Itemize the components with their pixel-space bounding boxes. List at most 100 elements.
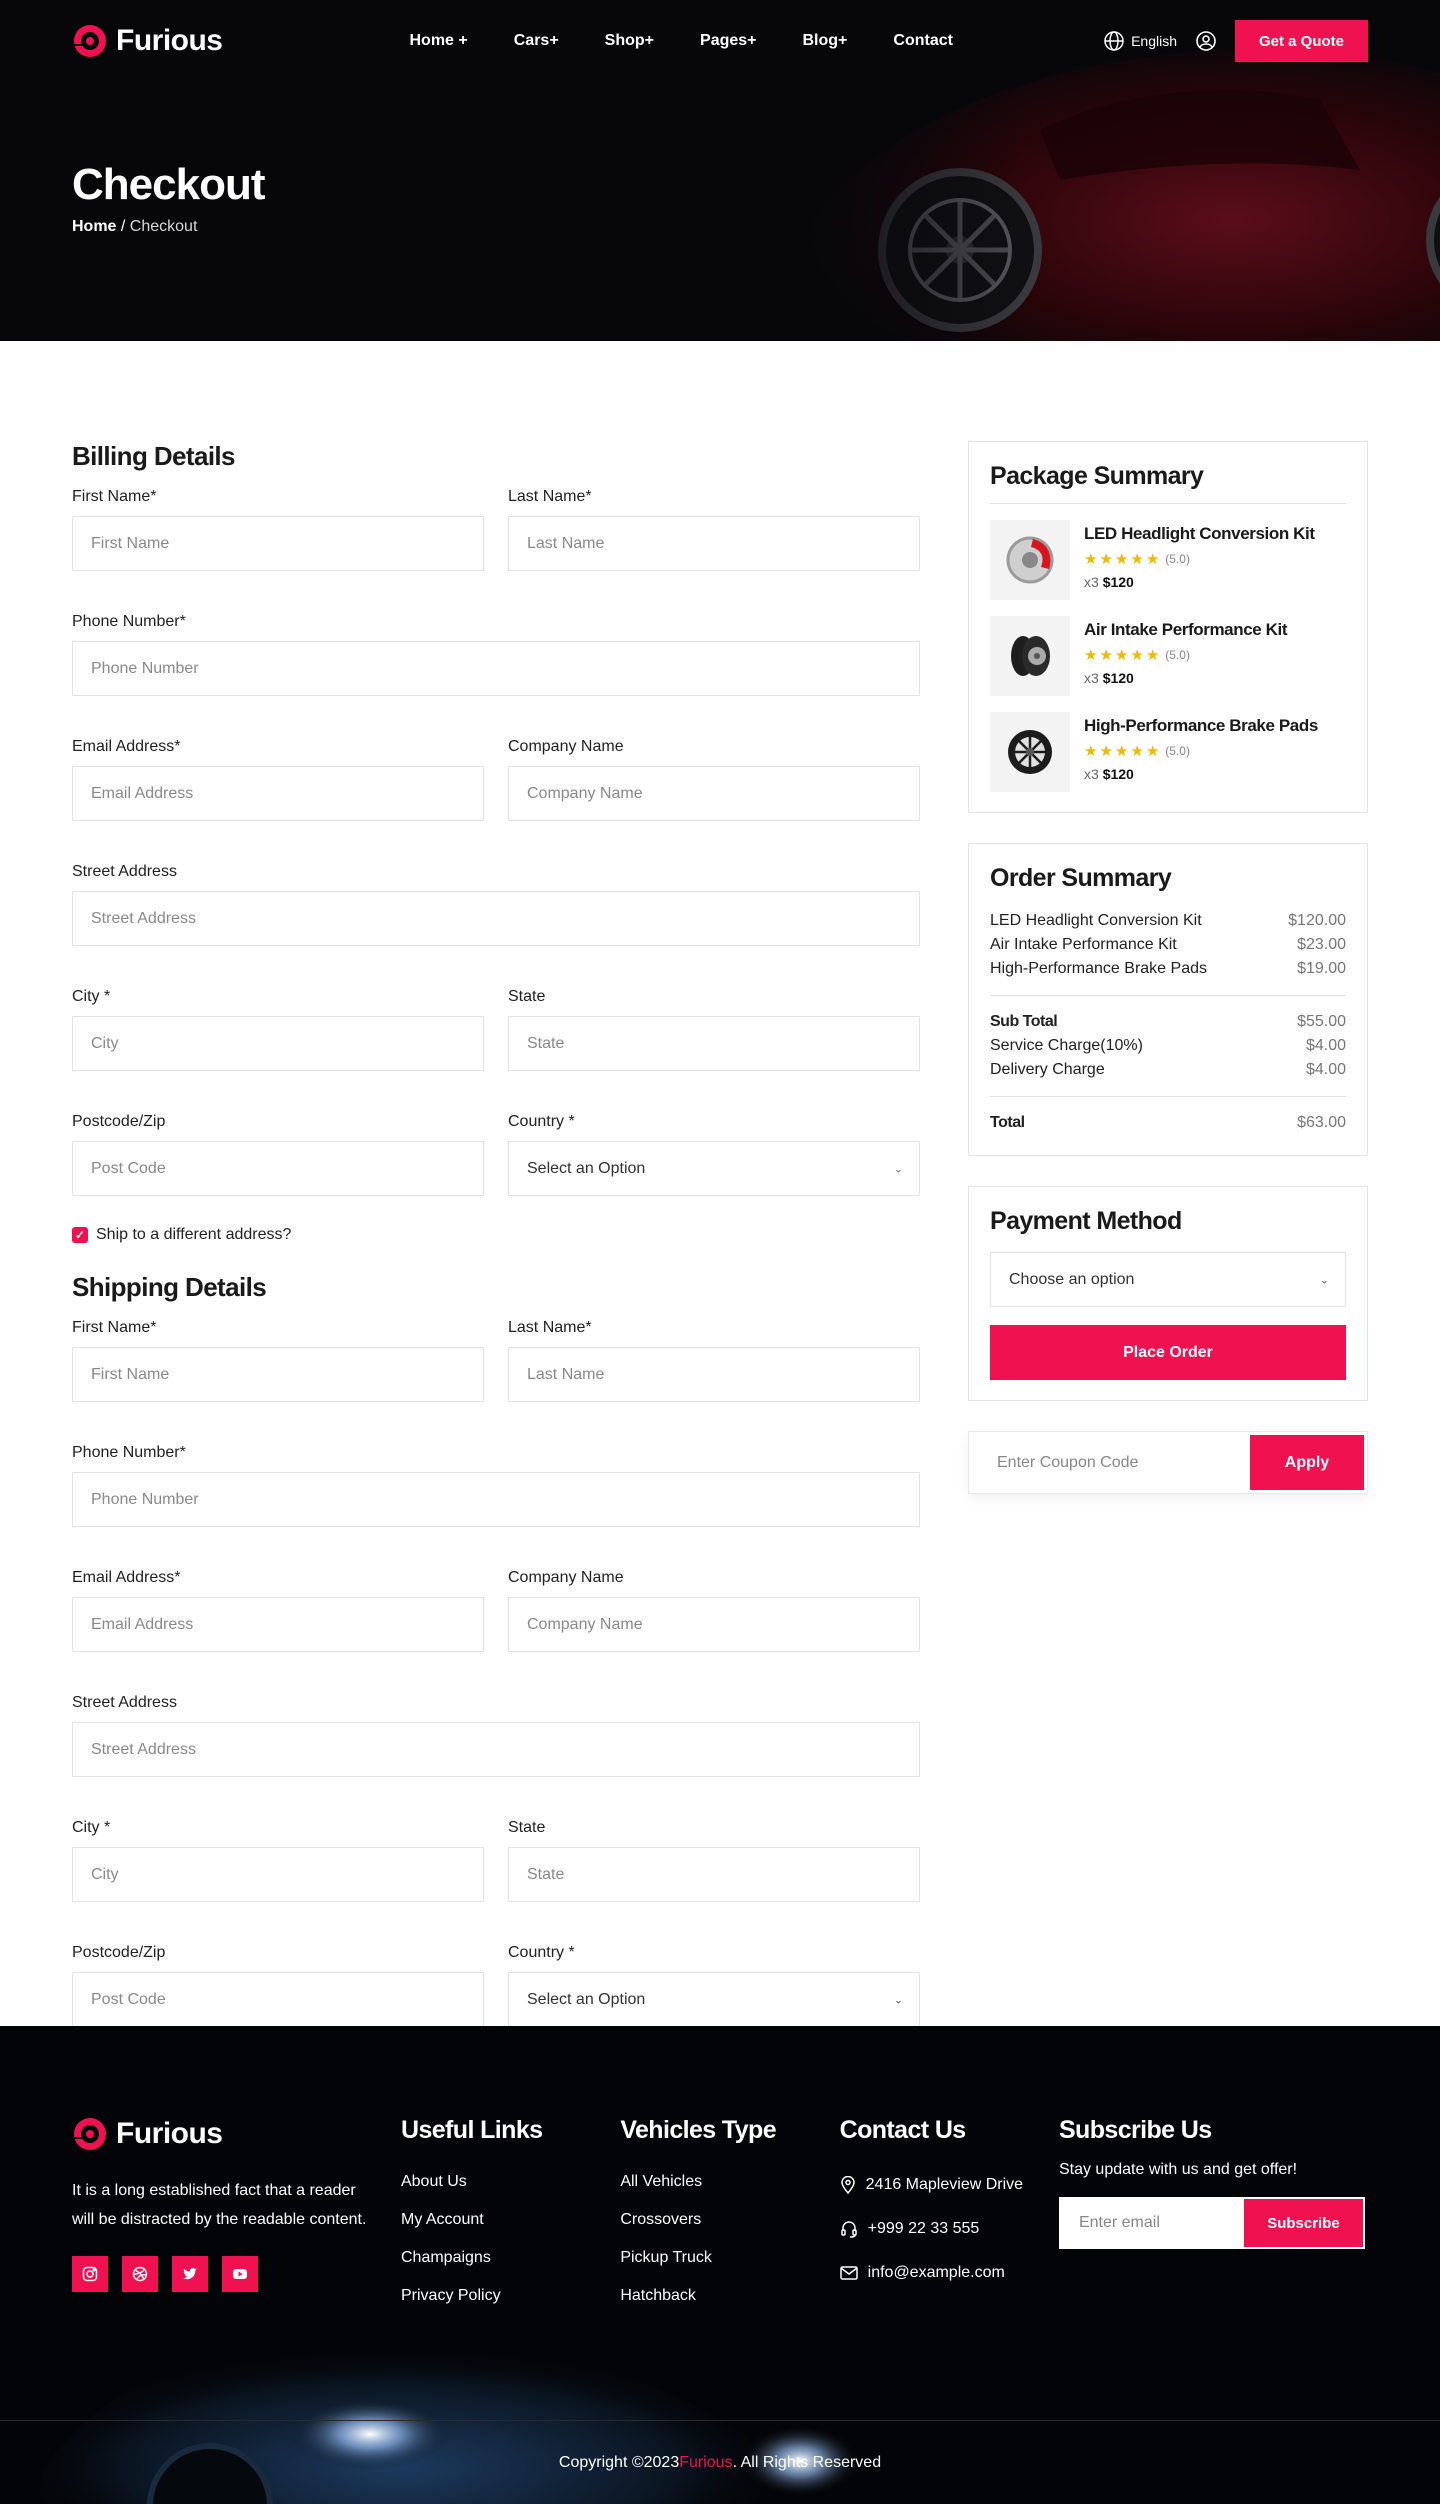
chevron-down-icon: ⌄ xyxy=(1319,1274,1329,1286)
field-label: State xyxy=(508,988,546,1005)
shipping-postcode-input[interactable]: Post Code xyxy=(72,1972,484,2027)
star-icon: ★ xyxy=(1099,647,1113,664)
apply-coupon-button[interactable]: Apply xyxy=(1250,1435,1364,1490)
get-quote-button[interactable]: Get a Quote xyxy=(1235,20,1368,62)
service-charge-line: Service Charge(10%) $4.00 xyxy=(990,1034,1346,1058)
page-title: Checkout xyxy=(72,160,265,209)
ship-different-address-toggle[interactable]: ✓ Ship to a different address? xyxy=(72,1226,920,1244)
footer-link-all-vehicles[interactable]: All Vehicles xyxy=(620,2163,839,2201)
menu-item-blog[interactable]: Blog+ xyxy=(803,32,848,50)
billing-last-name-input[interactable]: Last Name xyxy=(508,516,920,571)
ship-toggle-label: Ship to a different address? xyxy=(96,1226,292,1243)
menu-item-cars[interactable]: Cars+ xyxy=(514,32,559,50)
main-menu: Home + Cars+ Shop+ Pages+ Blog+ Contact xyxy=(410,32,953,50)
footer-link-crossovers[interactable]: Crossovers xyxy=(620,2201,839,2239)
package-price: x3 $120 xyxy=(1084,574,1315,590)
checkout-sidebar: Package Summary LED Headlight Conversion… xyxy=(968,441,1368,2026)
breadcrumb-home[interactable]: Home xyxy=(72,218,116,235)
billing-email-input[interactable]: Email Address xyxy=(72,766,484,821)
star-icon: ★ xyxy=(1084,743,1098,760)
subscribe-form: Enter email Subscribe xyxy=(1058,2197,1365,2249)
footer-link-privacy[interactable]: Privacy Policy xyxy=(401,2277,620,2315)
billing-street-input[interactable]: Street Address xyxy=(72,891,920,946)
footer-link-account[interactable]: My Account xyxy=(401,2201,620,2239)
subscribe-button[interactable]: Subscribe xyxy=(1243,2199,1363,2247)
shipping-state-input[interactable]: State xyxy=(508,1847,920,1902)
subscribe-email-input[interactable]: Enter email xyxy=(1061,2199,1244,2247)
star-icon: ★ xyxy=(1114,551,1129,568)
footer-subscribe: Subscribe Us Stay update with us and get… xyxy=(1058,2116,1368,2315)
order-line-label: Air Intake Performance Kit xyxy=(990,936,1177,953)
contact-phone: +999 22 33 555 xyxy=(840,2207,1059,2251)
billing-form: First Name* First Name Last Name* Last N… xyxy=(72,472,920,1196)
shipping-first-name-input[interactable]: First Name xyxy=(72,1347,484,1402)
shipping-street-input[interactable]: Street Address xyxy=(72,1722,920,1777)
shipping-phone-field: Phone Number* Phone Number xyxy=(72,1444,920,1527)
star-icon: ★ xyxy=(1130,743,1144,760)
subtotal-line: Sub Total $55.00 xyxy=(990,1010,1346,1034)
footer-link-about[interactable]: About Us xyxy=(401,2163,620,2201)
billing-city-input[interactable]: City xyxy=(72,1016,484,1071)
star-rating: ★ ★ ★ ★ ★ (5.0) xyxy=(1084,742,1318,760)
billing-company-input[interactable]: Company Name xyxy=(508,766,920,821)
user-account-icon[interactable] xyxy=(1195,30,1217,52)
twitter-icon[interactable] xyxy=(172,2256,208,2292)
tire-icon xyxy=(1011,636,1050,676)
order-line: Air Intake Performance Kit $23.00 xyxy=(990,933,1346,957)
dribbble-icon[interactable] xyxy=(122,2256,158,2292)
payment-method-select[interactable]: Choose an option ⌄ xyxy=(990,1252,1346,1307)
shipping-phone-input[interactable]: Phone Number xyxy=(72,1472,920,1527)
instagram-icon[interactable] xyxy=(72,2256,108,2292)
menu-item-shop[interactable]: Shop+ xyxy=(605,32,654,50)
footer-description: It is a long established fact that a rea… xyxy=(72,2182,367,2228)
subtotal-label: Sub Total xyxy=(990,1013,1058,1030)
checkbox-checked-icon[interactable]: ✓ xyxy=(72,1227,88,1243)
order-line-label: High-Performance Brake Pads xyxy=(990,960,1207,977)
shipping-city-input[interactable]: City xyxy=(72,1847,484,1902)
shipping-last-name-input[interactable]: Last Name xyxy=(508,1347,920,1402)
field-label: First Name* xyxy=(72,1319,157,1336)
footer-columns: Furious It is a long established fact th… xyxy=(0,2026,1440,2315)
youtube-icon[interactable] xyxy=(222,2256,258,2292)
footer-link-champaigns[interactable]: Champaigns xyxy=(401,2239,620,2277)
menu-item-home[interactable]: Home + xyxy=(410,32,468,50)
footer-link-hatchback[interactable]: Hatchback xyxy=(620,2277,839,2315)
package-price: x3 $120 xyxy=(1084,766,1318,782)
shipping-country-select[interactable]: Select an Option ⌄ xyxy=(508,1972,920,2027)
billing-phone-input[interactable]: Phone Number xyxy=(72,641,920,696)
language-selector[interactable]: English xyxy=(1103,30,1177,52)
field-label: Last Name* xyxy=(508,488,592,505)
billing-street-field: Street Address Street Address xyxy=(72,863,920,946)
coupon-input[interactable]: Enter Coupon Code xyxy=(997,1454,1250,1472)
total-label: Total xyxy=(990,1114,1025,1131)
subtotal-amount: $55.00 xyxy=(1297,1013,1346,1030)
globe-icon xyxy=(1104,31,1124,51)
star-icon: ★ xyxy=(1114,743,1129,760)
footer-brand-logo[interactable]: Furious xyxy=(72,2116,401,2152)
place-order-button[interactable]: Place Order xyxy=(990,1325,1346,1380)
social-links xyxy=(72,2256,401,2292)
menu-item-contact[interactable]: Contact xyxy=(893,32,953,50)
brand-logo[interactable]: Furious xyxy=(72,23,223,59)
contact-email-text[interactable]: info@example.com xyxy=(868,2251,1005,2295)
billing-state-input[interactable]: State xyxy=(508,1016,920,1071)
billing-postcode-input[interactable]: Post Code xyxy=(72,1141,484,1196)
vehicles-type-title: Vehicles Type xyxy=(620,2116,777,2144)
shipping-email-input[interactable]: Email Address xyxy=(72,1597,484,1652)
field-label: Postcode/Zip xyxy=(72,1113,166,1130)
billing-first-name-input[interactable]: First Name xyxy=(72,516,484,571)
package-name: LED Headlight Conversion Kit xyxy=(1084,524,1315,543)
field-label: Email Address* xyxy=(72,1569,181,1586)
copyright-brand[interactable]: Furious xyxy=(679,2454,732,2472)
footer-link-pickup-truck[interactable]: Pickup Truck xyxy=(620,2239,839,2277)
menu-item-pages[interactable]: Pages+ xyxy=(700,32,756,50)
package-item: High-Performance Brake Pads ★ ★ ★ ★ ★ (5.0) … xyxy=(990,712,1346,792)
shipping-city-field: City * City xyxy=(72,1819,484,1902)
field-label: Country * xyxy=(508,1944,575,1961)
shipping-company-input[interactable]: Company Name xyxy=(508,1597,920,1652)
billing-country-field: Country * Select an Option ⌄ xyxy=(508,1113,920,1196)
star-icon: ★ xyxy=(1084,551,1098,568)
rating-value: (5.0) xyxy=(1165,744,1190,758)
contact-phone-text[interactable]: +999 22 33 555 xyxy=(868,2207,980,2251)
billing-country-select[interactable]: Select an Option ⌄ xyxy=(508,1141,920,1196)
